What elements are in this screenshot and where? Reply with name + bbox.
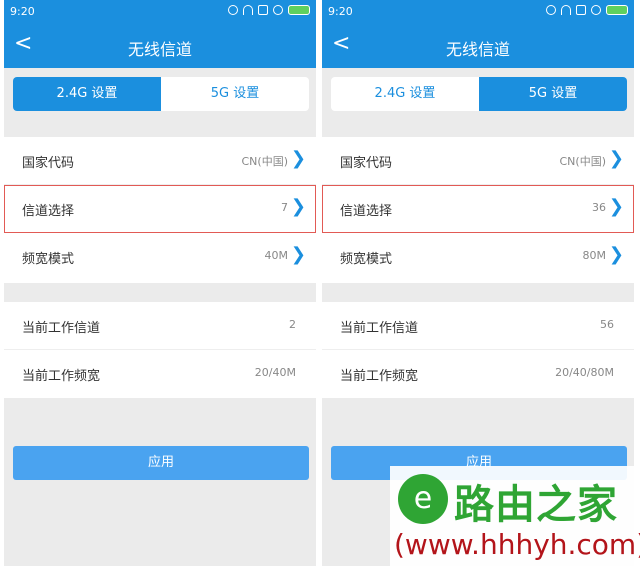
phone-screen-2g: 9:20 < 无线信道 2.4G 设置 5G 设置 国家代码 CN(中国) ❯ … [4, 0, 316, 566]
current-bandwidth-label: 当前工作频宽 [22, 369, 101, 384]
alarm-icon [228, 5, 238, 15]
status-time: 9:20 [10, 5, 35, 18]
sim-icon [576, 5, 586, 15]
country-code-value: CN(中国) [559, 155, 607, 168]
status-time: 9:20 [328, 5, 353, 18]
channel-select-label: 信道选择 [22, 204, 75, 219]
channel-select-row[interactable]: 信道选择 36 ❯ [322, 185, 634, 233]
country-code-label: 国家代码 [22, 156, 75, 171]
chevron-right-icon: ❯ [290, 148, 306, 169]
settings-group: 国家代码 CN(中国) ❯ 信道选择 36 ❯ 频宽模式 80M ❯ [322, 137, 634, 283]
watermark-url: (www.hhhyh.com) [394, 528, 640, 561]
chevron-right-icon: ❯ [608, 148, 624, 169]
sim-icon [258, 5, 268, 15]
current-bandwidth-row: 当前工作频宽 20/40M [4, 350, 316, 398]
country-code-row[interactable]: 国家代码 CN(中国) ❯ [4, 137, 316, 185]
band-tabs: 2.4G 设置 5G 设置 [13, 77, 309, 111]
bandwidth-mode-value: 40M [264, 249, 289, 262]
alarm-icon [546, 5, 556, 15]
chevron-right-icon: ❯ [290, 244, 306, 265]
bandwidth-mode-row[interactable]: 频宽模式 40M ❯ [4, 233, 316, 281]
bandwidth-mode-value: 80M [582, 249, 607, 262]
channel-select-value: 7 [281, 201, 288, 214]
bandwidth-mode-label: 频宽模式 [22, 252, 75, 267]
title-bar: < 无线信道 [322, 24, 634, 68]
status-bar: 9:20 [322, 0, 634, 24]
status-icons [546, 5, 628, 15]
battery-icon [606, 5, 628, 15]
chevron-right-icon: ❯ [290, 196, 306, 217]
bandwidth-mode-label: 频宽模式 [340, 252, 393, 267]
current-bandwidth-value: 20/40M [254, 366, 296, 379]
tab-2g[interactable]: 2.4G 设置 [13, 77, 161, 111]
tab-2g[interactable]: 2.4G 设置 [331, 77, 479, 111]
wifi-icon [243, 5, 253, 15]
title-bar: < 无线信道 [4, 24, 316, 68]
country-code-value: CN(中国) [241, 155, 289, 168]
bluetooth-icon [273, 5, 283, 15]
current-channel-row: 当前工作信道 2 [4, 302, 316, 350]
wifi-icon [561, 5, 571, 15]
bandwidth-mode-row[interactable]: 频宽模式 80M ❯ [322, 233, 634, 281]
channel-select-value: 36 [592, 201, 606, 214]
current-channel-row: 当前工作信道 56 [322, 302, 634, 350]
status-bar: 9:20 [4, 0, 316, 24]
status-icons [228, 5, 310, 15]
current-bandwidth-row: 当前工作频宽 20/40/80M [322, 350, 634, 398]
current-bandwidth-label: 当前工作频宽 [340, 369, 419, 384]
channel-select-label: 信道选择 [340, 204, 393, 219]
page-title: 无线信道 [127, 40, 192, 59]
chevron-right-icon: ❯ [608, 196, 624, 217]
watermark: e 路由之家 (www.hhhyh.com) [390, 466, 640, 566]
watermark-title: 路由之家 [454, 482, 618, 528]
page-title: 无线信道 [445, 40, 510, 59]
bluetooth-icon [591, 5, 601, 15]
current-channel-value: 56 [600, 318, 614, 331]
band-tabs: 2.4G 设置 5G 设置 [331, 77, 627, 111]
current-channel-value: 2 [289, 318, 296, 331]
status-info-group: 当前工作信道 56 当前工作频宽 20/40/80M [322, 302, 634, 398]
tab-5g[interactable]: 5G 设置 [479, 77, 627, 111]
chevron-right-icon: ❯ [608, 244, 624, 265]
current-bandwidth-value: 20/40/80M [555, 366, 614, 379]
country-code-row[interactable]: 国家代码 CN(中国) ❯ [322, 137, 634, 185]
current-channel-label: 当前工作信道 [340, 321, 419, 336]
channel-select-row[interactable]: 信道选择 7 ❯ [4, 185, 316, 233]
tab-5g[interactable]: 5G 设置 [161, 77, 309, 111]
router-home-logo-icon: e [398, 474, 448, 524]
status-info-group: 当前工作信道 2 当前工作频宽 20/40M [4, 302, 316, 398]
current-channel-label: 当前工作信道 [22, 321, 101, 336]
battery-icon [288, 5, 310, 15]
country-code-label: 国家代码 [340, 156, 393, 171]
apply-button[interactable]: 应用 [13, 446, 309, 480]
settings-group: 国家代码 CN(中国) ❯ 信道选择 7 ❯ 频宽模式 40M ❯ [4, 137, 316, 283]
